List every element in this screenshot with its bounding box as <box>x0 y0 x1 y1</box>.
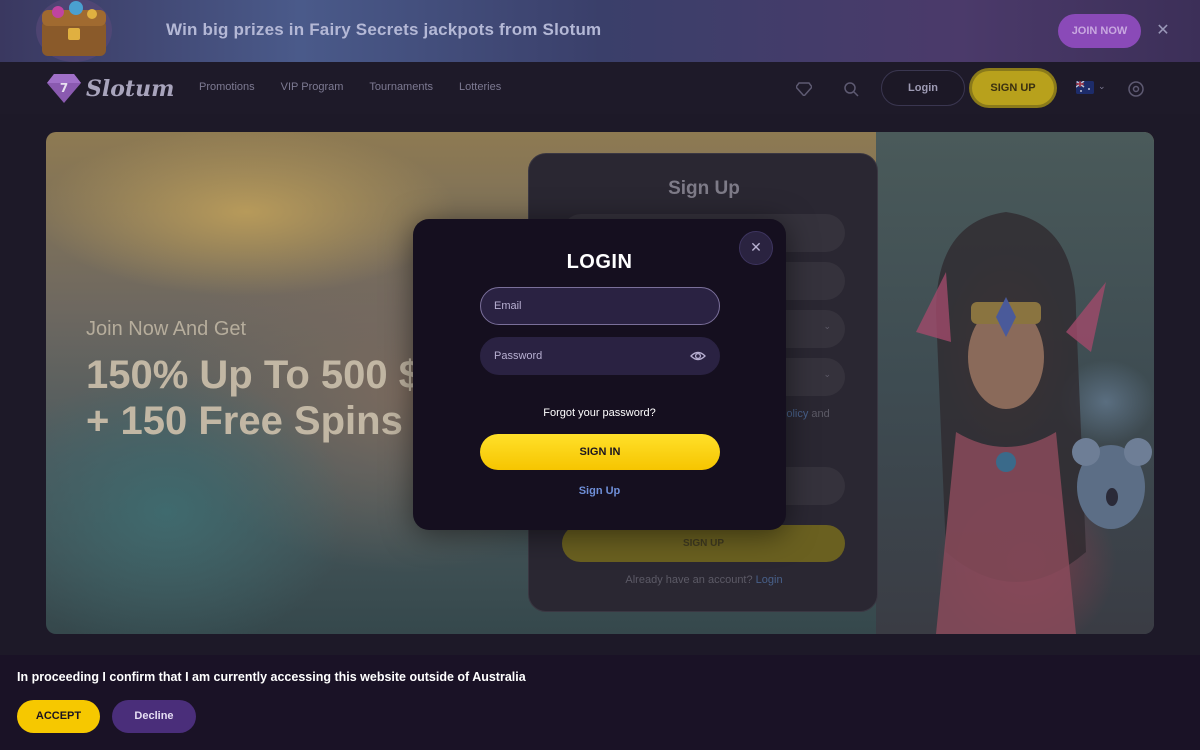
forgot-password-link[interactable]: Forgot your password? <box>413 407 786 419</box>
signup-card-title: Sign Up <box>668 178 740 199</box>
svg-text:7: 7 <box>60 81 68 95</box>
character-illustration <box>916 212 1152 634</box>
nav-tournaments[interactable]: Tournaments <box>369 81 433 93</box>
hero-title: 150% Up To 500 $ + 150 Free Spins <box>86 352 421 444</box>
hero-character-image <box>876 132 1154 634</box>
main-nav: Promotions VIP Program Tournaments Lotte… <box>199 81 501 93</box>
treasure-chest-icon <box>36 0 112 62</box>
decline-button[interactable]: Decline <box>112 700 196 733</box>
nav-promotions[interactable]: Promotions <box>199 81 255 93</box>
signup-link[interactable]: Sign Up <box>413 485 786 497</box>
policy-and: and <box>811 408 830 420</box>
login-modal: ✕ LOGIN Forgot your password? SIGN IN Si… <box>413 219 786 530</box>
promo-text: Win big prizes in Fairy Secrets jackpots… <box>166 20 602 39</box>
site-header: 7 Slotum Promotions VIP Program Tourname… <box>0 62 1200 114</box>
chevron-down-icon: ⌄ <box>823 321 831 331</box>
header-login-button[interactable]: Login <box>881 70 965 106</box>
nav-vip-program[interactable]: VIP Program <box>281 81 344 93</box>
sign-in-button[interactable]: SIGN IN <box>480 434 720 470</box>
hero-subtitle: Join Now And Get <box>86 318 247 340</box>
already-account-label: Already have an account? <box>625 574 753 586</box>
region-notice-text: In proceeding I confirm that I am curren… <box>17 670 526 684</box>
region-notice-bar: In proceeding I confirm that I am curren… <box>0 655 1200 750</box>
accept-button[interactable]: ACCEPT <box>17 700 100 733</box>
password-field[interactable] <box>480 337 720 375</box>
hero-title-line2: + 150 Free Spins <box>86 399 403 443</box>
logo[interactable]: 7 Slotum <box>46 70 174 106</box>
join-now-button[interactable]: JOIN NOW <box>1058 14 1141 48</box>
promo-banner: Win big prizes in Fairy Secrets jackpots… <box>0 0 1200 62</box>
signup-submit-button[interactable]: SIGN UP <box>562 525 845 562</box>
modal-title: LOGIN <box>566 251 633 273</box>
chevron-down-icon[interactable]: ⌄ <box>1098 81 1106 92</box>
signup-card-login-link[interactable]: Login <box>756 574 783 586</box>
eye-icon[interactable] <box>690 349 706 363</box>
close-icon[interactable]: ✕ <box>1152 20 1174 42</box>
email-field[interactable] <box>480 287 720 325</box>
chat-icon[interactable] <box>1120 73 1152 105</box>
chevron-down-icon: ⌄ <box>823 369 831 379</box>
header-signup-button[interactable]: SIGN UP <box>972 71 1054 105</box>
policy-text: Policy and <box>779 408 830 420</box>
search-icon[interactable] <box>835 73 867 105</box>
diamond-icon[interactable] <box>788 73 820 105</box>
logo-gem-icon: 7 <box>47 74 81 103</box>
nav-lotteries[interactable]: Lotteries <box>459 81 501 93</box>
flag-australia-icon[interactable] <box>1076 81 1094 94</box>
logo-text: Slotum <box>86 76 175 102</box>
hero-title-line1: 150% Up To 500 $ <box>86 353 421 397</box>
already-account-text: Already have an account? Login <box>529 574 879 586</box>
